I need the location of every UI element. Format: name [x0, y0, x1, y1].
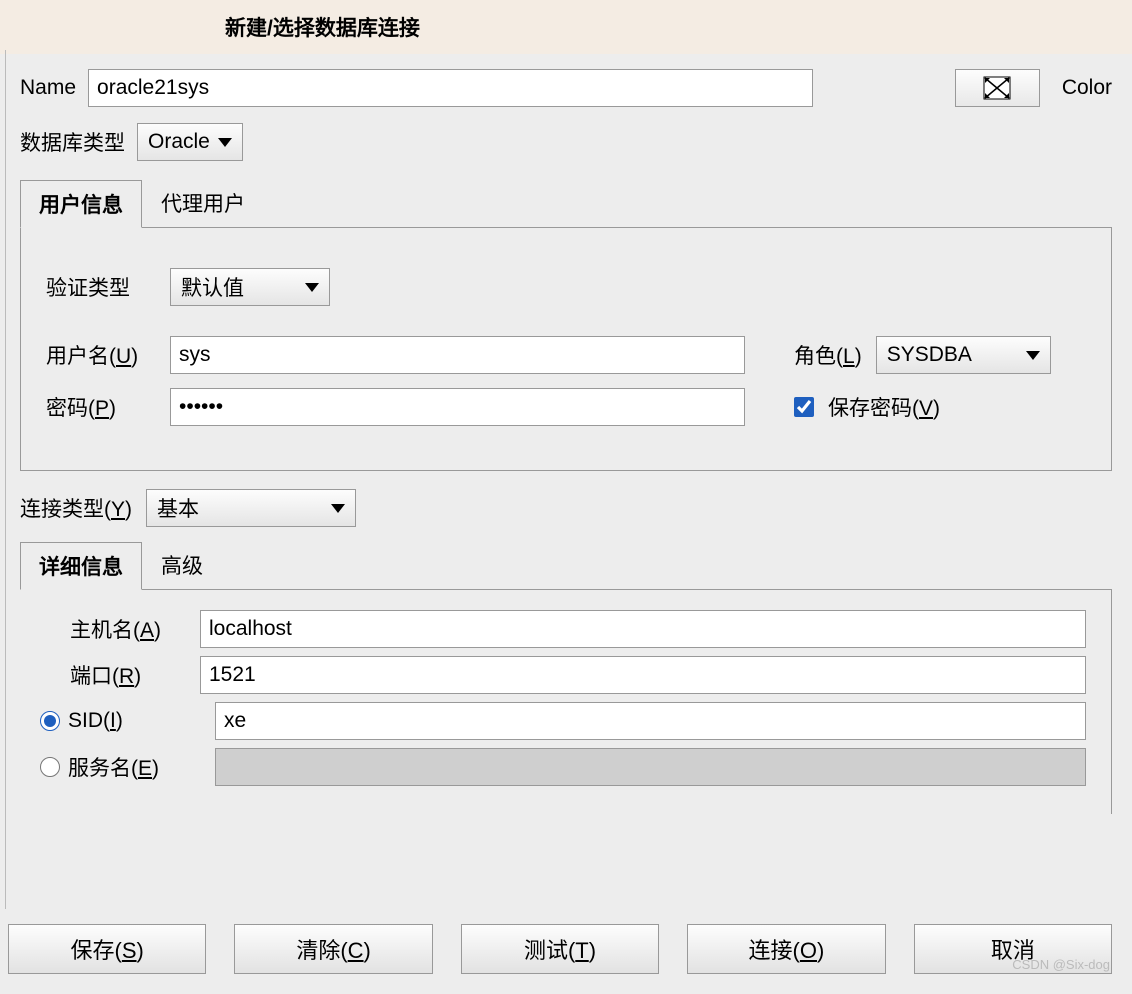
- tab-user-info[interactable]: 用户信息: [20, 180, 142, 228]
- save-password-checkbox[interactable]: [794, 397, 814, 417]
- button-bar: 保存(S) 清除(C) 测试(T) 连接(O) 取消: [8, 924, 1112, 974]
- watermark: CSDN @Six-dog: [1012, 957, 1110, 972]
- connection-type-value: 基本: [157, 493, 199, 523]
- sid-radio[interactable]: [40, 711, 60, 731]
- role-value: SYSDBA: [887, 343, 972, 367]
- chevron-down-icon: [218, 138, 232, 147]
- sid-label: SID(I): [68, 709, 123, 733]
- chevron-down-icon: [305, 283, 319, 292]
- sid-input[interactable]: [215, 702, 1086, 740]
- user-info-panel: 验证类型 默认值 用户名(U) 角色(L) SYSDBA: [20, 227, 1112, 471]
- username-input[interactable]: [170, 336, 745, 374]
- password-label: 密码(P): [46, 392, 156, 422]
- auth-type-value: 默认值: [181, 272, 244, 302]
- tab-proxy-user[interactable]: 代理用户: [142, 179, 264, 227]
- connect-button[interactable]: 连接(O): [687, 924, 885, 974]
- db-type-dropdown[interactable]: Oracle: [137, 123, 243, 161]
- save-password-label: 保存密码(V): [828, 392, 940, 422]
- service-name-radio[interactable]: [40, 757, 60, 777]
- clear-button[interactable]: 清除(C): [234, 924, 432, 974]
- role-label: 角色(L): [794, 340, 862, 370]
- port-label: 端口(R): [40, 660, 190, 690]
- tab-details[interactable]: 详细信息: [20, 542, 142, 590]
- username-label: 用户名(U): [46, 340, 156, 370]
- details-tabs: 详细信息 高级: [20, 541, 1112, 589]
- details-panel: 主机名(A) 端口(R) SID(I) 服务名(E): [20, 589, 1112, 814]
- save-button[interactable]: 保存(S): [8, 924, 206, 974]
- db-type-value: Oracle: [148, 130, 210, 154]
- password-input[interactable]: [170, 388, 745, 426]
- chevron-down-icon: [1026, 351, 1040, 360]
- db-type-label: 数据库类型: [20, 127, 125, 157]
- auth-type-label: 验证类型: [46, 272, 156, 302]
- service-name-input: [215, 748, 1086, 786]
- host-input[interactable]: [200, 610, 1086, 648]
- color-picker-button[interactable]: [955, 69, 1040, 107]
- tab-advanced[interactable]: 高级: [142, 541, 222, 589]
- connection-type-dropdown[interactable]: 基本: [146, 489, 356, 527]
- dialog-title: 新建/选择数据库连接: [0, 0, 1132, 54]
- chevron-down-icon: [331, 504, 345, 513]
- left-divider: [5, 50, 6, 909]
- user-tabs: 用户信息 代理用户: [20, 179, 1112, 227]
- port-input[interactable]: [200, 656, 1086, 694]
- color-swatch-icon: [983, 76, 1011, 100]
- color-label: Color: [1062, 76, 1112, 100]
- name-label: Name: [20, 76, 76, 100]
- service-name-label: 服务名(E): [68, 752, 159, 782]
- connection-type-label: 连接类型(Y): [20, 493, 132, 523]
- role-dropdown[interactable]: SYSDBA: [876, 336, 1051, 374]
- test-button[interactable]: 测试(T): [461, 924, 659, 974]
- name-input[interactable]: [88, 69, 813, 107]
- auth-type-dropdown[interactable]: 默认值: [170, 268, 330, 306]
- host-label: 主机名(A): [40, 614, 190, 644]
